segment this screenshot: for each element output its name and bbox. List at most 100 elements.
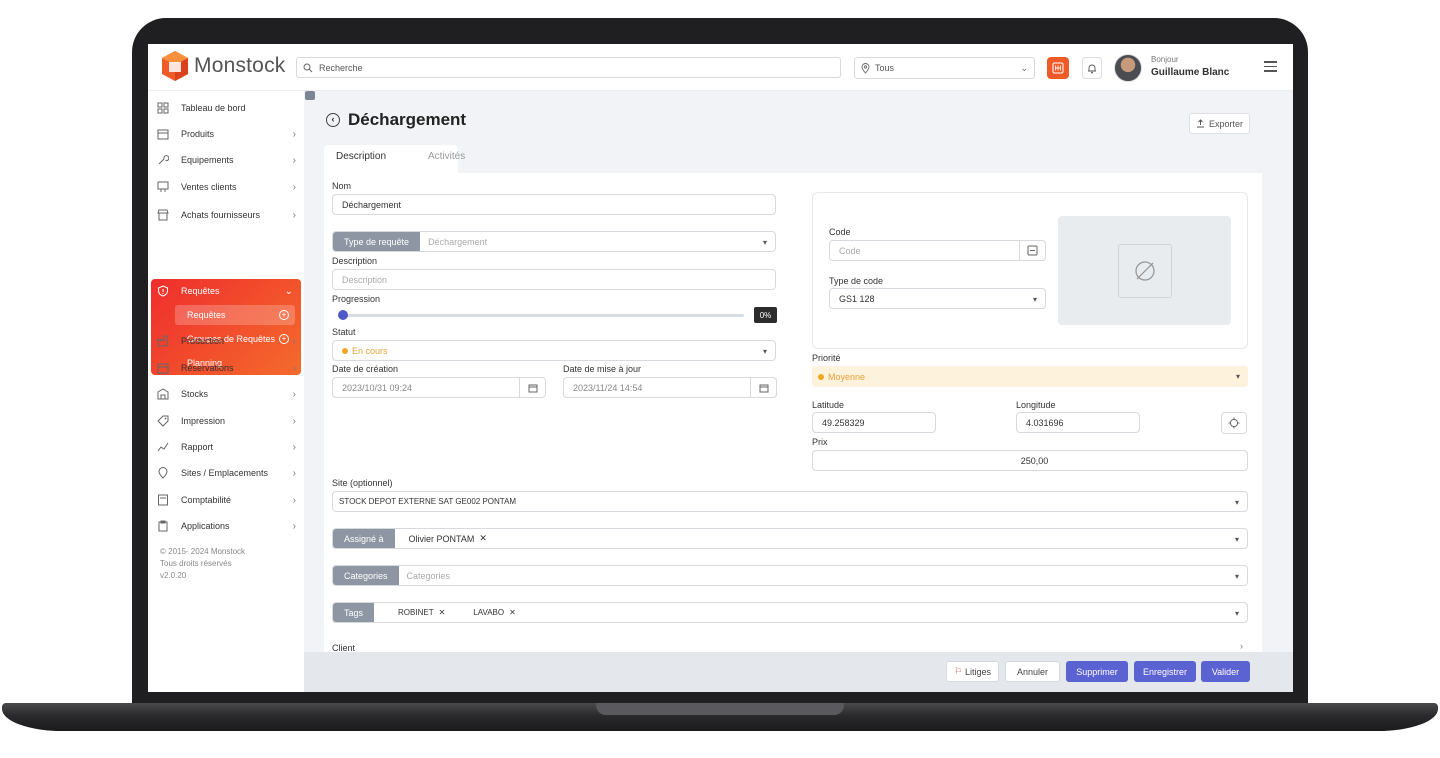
description-label: Description [332, 256, 378, 266]
sidebar-item-label: Rapport [181, 442, 214, 452]
prix-value: 250,00 [1020, 455, 1049, 466]
sidebar-item-reservations[interactable]: Réservations › [156, 358, 296, 378]
prix-field[interactable]: 250,00 [812, 450, 1248, 471]
clipboard-icon [156, 520, 169, 533]
cube-logo-icon [162, 51, 188, 81]
valider-button[interactable]: Valider [1201, 661, 1250, 682]
search-input[interactable]: Recherche [296, 57, 841, 78]
sidebar-item-label: Produits [181, 129, 215, 139]
sidebar-item-production[interactable]: Production › [156, 331, 296, 351]
description-field[interactable]: Description [332, 269, 776, 290]
chevron-right-icon: › [292, 209, 296, 221]
laptop-notch [596, 703, 844, 715]
barcode-scan-icon[interactable] [1019, 241, 1045, 260]
close-icon[interactable]: ✕ [479, 533, 487, 544]
sidebar-item-ventes-clients[interactable]: Ventes clients › [156, 177, 296, 197]
page-title-text: Déchargement [348, 110, 467, 129]
sidebar-item-impression[interactable]: Impression › [156, 411, 296, 431]
site-select[interactable]: STOCK DEPOT EXTERNE SAT GE002 PONTAM ▾ [332, 491, 1248, 512]
close-icon[interactable]: ✕ [439, 608, 446, 617]
nom-field[interactable]: Déchargement [332, 194, 776, 215]
chevron-right-icon: › [292, 494, 296, 506]
add-circle-icon[interactable]: + [279, 310, 289, 320]
tag-label: ROBINET [398, 608, 434, 617]
assignee-chip[interactable]: Olivier PONTAM ✕ [409, 533, 487, 544]
sidebar-item-applications[interactable]: Applications › [156, 516, 296, 536]
user-avatar[interactable] [1114, 54, 1142, 82]
user-name[interactable]: Guillaume Blanc [1151, 67, 1229, 78]
type-code-select[interactable]: GS1 128 ▾ [829, 288, 1046, 309]
crosshair-icon [1228, 417, 1240, 429]
sidebar-item-label: Ventes clients [181, 182, 237, 192]
code-label: Code [829, 227, 851, 237]
dropdown-arrow-icon: ▾ [762, 238, 767, 247]
tab-activites[interactable]: Activités [428, 145, 465, 168]
hamburger-menu-icon[interactable] [1264, 61, 1277, 75]
assigne-select[interactable]: Assigné à Olivier PONTAM ✕ ▾ [332, 528, 1248, 549]
slider-handle[interactable] [338, 310, 348, 320]
search-icon [303, 63, 313, 72]
annuler-button[interactable]: Annuler [1005, 661, 1060, 682]
litiges-button[interactable]: ⚐ Litiges [946, 661, 999, 682]
site-value: STOCK DEPOT EXTERNE SAT GE002 PONTAM [339, 497, 517, 506]
supprimer-button[interactable]: Supprimer [1066, 661, 1128, 682]
sidebar-item-equipements[interactable]: Equipements › [156, 150, 296, 170]
type-requete-select[interactable]: Type de requête Déchargement ▾ [332, 231, 776, 252]
sidebar-item-rapport[interactable]: Rapport › [156, 437, 296, 457]
brand-logo[interactable]: Monstock [160, 50, 285, 82]
date-maj-field[interactable]: 2023/11/24 14:54 [563, 377, 777, 398]
export-button[interactable]: Exporter [1189, 113, 1250, 134]
date-maj-value: 2023/11/24 14:54 [573, 382, 643, 393]
sidebar-item-achats-fournisseurs[interactable]: Achats fournisseurs › [156, 205, 296, 225]
image-placeholder[interactable] [1058, 216, 1231, 325]
priorite-select[interactable]: Moyenne ▾ [812, 366, 1248, 387]
pin-icon [156, 467, 169, 480]
shield-alert-icon [156, 285, 169, 298]
litiges-label: Litiges [965, 666, 992, 677]
calendar-icon[interactable] [519, 378, 545, 397]
chevron-right-icon[interactable]: › [1240, 641, 1243, 651]
priorite-label: Priorité [812, 353, 841, 363]
sidebar-item-tableau-de-bord[interactable]: Tableau de bord [156, 98, 296, 118]
sidebar-item-label: Tableau de bord [181, 103, 246, 113]
dropdown-arrow-icon: ▾ [1234, 572, 1239, 581]
chart-icon [156, 441, 169, 454]
location-select[interactable]: Tous ⌄ [854, 57, 1035, 79]
scan-button[interactable] [1047, 57, 1069, 79]
sidebar-item-label: Réservations [181, 363, 234, 373]
date-creation-label: Date de création [332, 364, 399, 374]
dropdown-arrow-icon: ▾ [1235, 372, 1240, 381]
sidebar-item-label: Impression [181, 416, 226, 426]
sidebar-subitem-requetes[interactable]: Requêtes + [175, 305, 295, 325]
calendar-icon[interactable] [750, 378, 776, 397]
statut-select[interactable]: En cours ▾ [332, 340, 776, 361]
sidebar-item-stocks[interactable]: Stocks › [156, 384, 296, 404]
locate-button[interactable] [1221, 412, 1247, 434]
categories-select[interactable]: Categories Categories ▾ [332, 565, 1248, 586]
longitude-field[interactable]: 4.031696 [1016, 412, 1140, 433]
sidebar: Requêtes ⌄ Requêtes + Groupes de Requête… [148, 91, 304, 692]
sidebar-subitem-label: Requêtes [187, 310, 226, 320]
back-arrow-icon[interactable]: ‹ [326, 113, 340, 127]
close-icon[interactable]: ✕ [509, 608, 516, 617]
sidebar-item-sites-emplacements[interactable]: Sites / Emplacements › [156, 463, 296, 483]
tag-chip[interactable]: LAVABO ✕ [473, 608, 516, 617]
sidebar-item-label: Stocks [181, 389, 209, 399]
progression-slider[interactable] [342, 314, 744, 317]
date-creation-value: 2023/10/31 09:24 [342, 382, 413, 393]
date-creation-field[interactable]: 2023/10/31 09:24 [332, 377, 546, 398]
type-code-value: GS1 128 [839, 293, 875, 304]
tag-chip[interactable]: ROBINET ✕ [398, 608, 445, 617]
tags-select[interactable]: Tags ROBINET ✕ LAVABO ✕ ▾ [332, 602, 1248, 623]
sidebar-collapse-icon[interactable] [305, 91, 315, 100]
code-field[interactable]: Code [829, 240, 1046, 261]
sidebar-item-label: Production [181, 336, 225, 346]
latitude-field[interactable]: 49.258329 [812, 412, 936, 433]
enregistrer-button[interactable]: Enregistrer [1134, 661, 1196, 682]
sidebar-item-requetes[interactable]: Requêtes ⌄ [156, 281, 293, 301]
sidebar-item-comptabilite[interactable]: Comptabilité › [156, 490, 296, 510]
notifications-button[interactable] [1082, 57, 1102, 79]
priorite-value: Moyenne [828, 371, 866, 382]
longitude-value: 4.031696 [1026, 417, 1064, 428]
sidebar-item-produits[interactable]: Produits › [156, 124, 296, 144]
